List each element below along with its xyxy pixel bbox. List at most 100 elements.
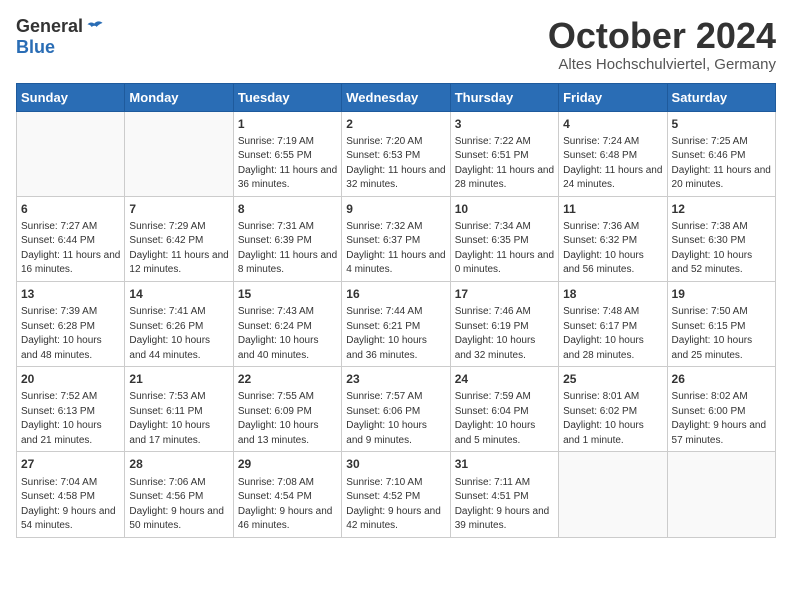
day-number: 24 [455,371,554,387]
day-cell: 27 Sunrise: 7:04 AMSunset: 4:58 PMDayligh… [17,452,125,537]
day-info: Sunrise: 7:31 AMSunset: 6:39 PMDaylight:… [238,221,337,276]
day-number: 27 [21,456,120,472]
month-title: October 2024 [548,16,776,56]
day-info: Sunrise: 7:19 AMSunset: 6:55 PMDaylight:… [238,136,337,191]
day-info: Sunrise: 7:57 AMSunset: 6:06 PMDaylight:… [346,391,427,446]
day-info: Sunrise: 7:41 AMSunset: 6:26 PMDaylight:… [129,306,210,361]
col-sunday: Sunday [17,83,125,111]
day-number: 4 [563,116,662,132]
day-cell: 22 Sunrise: 7:55 AMSunset: 6:09 PMDayligh… [233,367,341,452]
day-cell [125,111,233,196]
day-number: 1 [238,116,337,132]
day-number: 30 [346,456,445,472]
day-cell: 26 Sunrise: 8:02 AMSunset: 6:00 PMDayligh… [667,367,775,452]
day-number: 23 [346,371,445,387]
col-monday: Monday [125,83,233,111]
day-cell: 9 Sunrise: 7:32 AMSunset: 6:37 PMDaylight… [342,196,450,281]
day-info: Sunrise: 7:39 AMSunset: 6:28 PMDaylight:… [21,306,102,361]
day-cell: 5Sunrise: 7:25 AMSunset: 6:46 PMDaylight… [667,111,775,196]
day-info: Sunrise: 7:08 AMSunset: 4:54 PMDaylight:… [238,477,333,532]
page: General Blue October 2024 Altes Hochschu… [0,0,792,546]
day-number: 28 [129,456,228,472]
calendar: Sunday Monday Tuesday Wednesday Thursday… [16,83,776,538]
day-info: Sunrise: 7:10 AMSunset: 4:52 PMDaylight:… [346,477,441,532]
week-row-5: 27 Sunrise: 7:04 AMSunset: 4:58 PMDayligh… [17,452,776,537]
day-number: 31 [455,456,554,472]
day-info: Sunrise: 7:36 AMSunset: 6:32 PMDaylight:… [563,221,644,276]
day-info: Sunrise: 7:43 AMSunset: 6:24 PMDaylight:… [238,306,319,361]
col-saturday: Saturday [667,83,775,111]
logo-blue-text: Blue [16,37,55,58]
day-info: Sunrise: 7:11 AMSunset: 4:51 PMDaylight:… [455,477,550,532]
col-friday: Friday [559,83,667,111]
day-cell: 17Sunrise: 7:46 AMSunset: 6:19 PMDayligh… [450,281,558,366]
day-cell: 4 Sunrise: 7:24 AMSunset: 6:48 PMDaylight… [559,111,667,196]
day-number: 19 [672,286,771,302]
day-number: 20 [21,371,120,387]
day-info: Sunrise: 7:55 AMSunset: 6:09 PMDaylight:… [238,391,319,446]
day-number: 14 [129,286,228,302]
day-info: Sunrise: 7:29 AMSunset: 6:42 PMDaylight:… [129,221,228,276]
logo-general-text: General [16,16,83,37]
day-info: Sunrise: 7:27 AMSunset: 6:44 PMDaylight:… [21,221,120,276]
day-cell: 30 Sunrise: 7:10 AMSunset: 4:52 PMDayligh… [342,452,450,537]
day-info: Sunrise: 7:20 AMSunset: 6:53 PMDaylight:… [346,136,445,191]
day-cell: 12 Sunrise: 7:38 AMSunset: 6:30 PMDayligh… [667,196,775,281]
day-cell: 6 Sunrise: 7:27 AMSunset: 6:44 PMDaylight… [17,196,125,281]
day-cell: 14 Sunrise: 7:41 AMSunset: 6:26 PMDayligh… [125,281,233,366]
day-number: 9 [346,201,445,217]
day-info: Sunrise: 7:48 AMSunset: 6:17 PMDaylight:… [563,306,644,361]
day-number: 6 [21,201,120,217]
day-cell [559,452,667,537]
day-cell: 29 Sunrise: 7:08 AMSunset: 4:54 PMDayligh… [233,452,341,537]
col-wednesday: Wednesday [342,83,450,111]
day-cell: 16Sunrise: 7:44 AMSunset: 6:21 PMDayligh… [342,281,450,366]
day-number: 3 [455,116,554,132]
day-number: 26 [672,371,771,387]
week-row-3: 13Sunrise: 7:39 AMSunset: 6:28 PMDayligh… [17,281,776,366]
day-cell: 28Sunrise: 7:06 AMSunset: 4:56 PMDayligh… [125,452,233,537]
day-number: 2 [346,116,445,132]
day-number: 11 [563,201,662,217]
day-number: 18 [563,286,662,302]
logo-bird-icon [85,17,105,37]
day-cell: 10Sunrise: 7:34 AMSunset: 6:35 PMDayligh… [450,196,558,281]
day-cell: 8 Sunrise: 7:31 AMSunset: 6:39 PMDaylight… [233,196,341,281]
day-cell: 20Sunrise: 7:52 AMSunset: 6:13 PMDayligh… [17,367,125,452]
day-info: Sunrise: 7:04 AMSunset: 4:58 PMDaylight:… [21,477,116,532]
day-info: Sunrise: 7:32 AMSunset: 6:37 PMDaylight:… [346,221,445,276]
day-cell: 24Sunrise: 7:59 AMSunset: 6:04 PMDayligh… [450,367,558,452]
day-cell: 2 Sunrise: 7:20 AMSunset: 6:53 PMDaylight… [342,111,450,196]
day-cell [667,452,775,537]
week-row-2: 6 Sunrise: 7:27 AMSunset: 6:44 PMDaylight… [17,196,776,281]
week-row-4: 20Sunrise: 7:52 AMSunset: 6:13 PMDayligh… [17,367,776,452]
week-row-1: 1 Sunrise: 7:19 AMSunset: 6:55 PMDaylight… [17,111,776,196]
day-cell: 18 Sunrise: 7:48 AMSunset: 6:17 PMDayligh… [559,281,667,366]
day-cell: 11 Sunrise: 7:36 AMSunset: 6:32 PMDayligh… [559,196,667,281]
day-info: Sunrise: 7:24 AMSunset: 6:48 PMDaylight:… [563,136,662,191]
col-tuesday: Tuesday [233,83,341,111]
day-info: Sunrise: 8:02 AMSunset: 6:00 PMDaylight:… [672,391,767,446]
col-thursday: Thursday [450,83,558,111]
day-cell: 19Sunrise: 7:50 AMSunset: 6:15 PMDayligh… [667,281,775,366]
day-cell: 15Sunrise: 7:43 AMSunset: 6:24 PMDayligh… [233,281,341,366]
header-row: Sunday Monday Tuesday Wednesday Thursday… [17,83,776,111]
day-number: 25 [563,371,662,387]
day-info: Sunrise: 7:53 AMSunset: 6:11 PMDaylight:… [129,391,210,446]
day-number: 22 [238,371,337,387]
day-number: 8 [238,201,337,217]
day-number: 17 [455,286,554,302]
day-info: Sunrise: 8:01 AMSunset: 6:02 PMDaylight:… [563,391,644,446]
day-number: 12 [672,201,771,217]
day-cell: 3Sunrise: 7:22 AMSunset: 6:51 PMDaylight… [450,111,558,196]
day-cell: 21Sunrise: 7:53 AMSunset: 6:11 PMDayligh… [125,367,233,452]
day-cell: 25 Sunrise: 8:01 AMSunset: 6:02 PMDayligh… [559,367,667,452]
day-number: 10 [455,201,554,217]
day-info: Sunrise: 7:38 AMSunset: 6:30 PMDaylight:… [672,221,753,276]
day-number: 16 [346,286,445,302]
day-cell: 1 Sunrise: 7:19 AMSunset: 6:55 PMDaylight… [233,111,341,196]
day-cell [17,111,125,196]
day-number: 7 [129,201,228,217]
day-number: 29 [238,456,337,472]
day-cell: 31 Sunrise: 7:11 AMSunset: 4:51 PMDayligh… [450,452,558,537]
